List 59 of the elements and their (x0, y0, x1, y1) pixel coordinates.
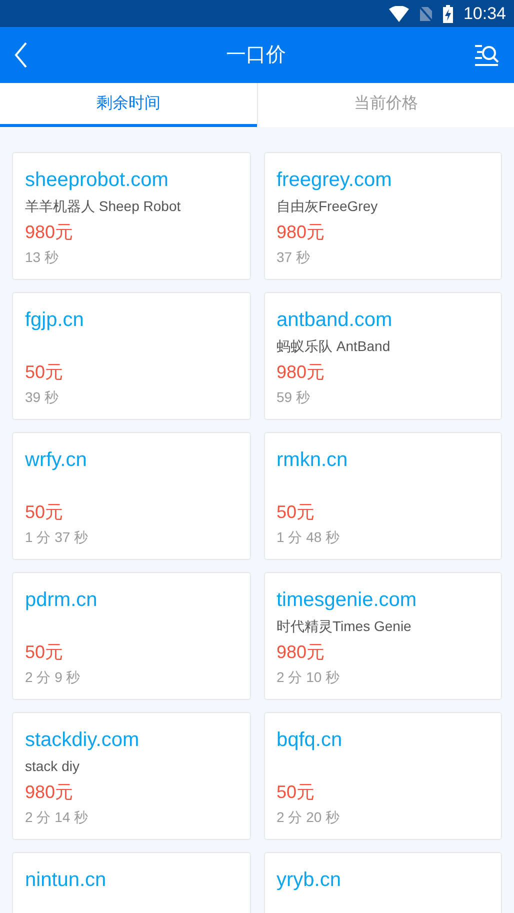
domain-name: rmkn.cn (276, 448, 349, 473)
price: 50元 (276, 501, 316, 524)
battery-charging-icon (443, 4, 454, 22)
domain-subtitle: 时代精灵Times Genie (276, 617, 412, 636)
domain-card[interactable]: timesgenie.com 时代精灵Times Genie 980元 2 分 10 秒 (264, 572, 502, 700)
price: 980元 (25, 781, 74, 804)
domain-card[interactable]: freegrey.com 自由灰FreeGrey 980元 37 秒 (264, 152, 502, 280)
domain-card[interactable]: pdrm.cn 50元 2 分 9 秒 (12, 572, 250, 700)
domain-card[interactable]: fgjp.cn 50元 39 秒 (12, 292, 250, 420)
domain-name: yryb.cn (276, 868, 342, 893)
domain-name: pdrm.cn (25, 588, 98, 613)
domain-subtitle: 自由灰FreeGrey (276, 197, 378, 216)
filter-search-icon (474, 44, 500, 66)
back-icon (14, 42, 28, 68)
time-left: 2 分 20 秒 (276, 808, 341, 827)
price: 980元 (276, 221, 326, 244)
price: 50元 (25, 361, 64, 384)
page-title: 一口价 (226, 43, 286, 68)
domain-name: bqfq.cn (276, 728, 344, 753)
price: 980元 (25, 221, 74, 244)
domain-name: nintun.cn (25, 868, 108, 893)
price: 50元 (25, 641, 64, 664)
domain-name: freegrey.com (276, 168, 393, 193)
domain-card[interactable]: wrfy.cn 50元 1 分 37 秒 (12, 432, 250, 560)
domain-subtitle: stack diy (25, 757, 80, 776)
time-left: 39 秒 (25, 388, 60, 407)
domain-name: stackdiy.com (25, 728, 140, 753)
clock: 10:34 (463, 2, 506, 25)
tab[interactable]: 剩余时间 (0, 83, 256, 127)
domain-name: fgjp.cn (25, 308, 85, 333)
wifi-icon (389, 6, 410, 22)
time-left: 59 秒 (276, 388, 311, 407)
price: 980元 (276, 641, 326, 664)
time-left: 2 分 14 秒 (25, 808, 90, 827)
domain-card[interactable]: stackdiy.com stack diy 980元 2 分 14 秒 (12, 712, 250, 840)
domain-name: antband.com (276, 308, 394, 333)
domain-subtitle: 蚂蚁乐队 AntBand (276, 337, 390, 356)
domain-card[interactable]: sheeprobot.com 羊羊机器人 Sheep Robot 980元 13 秒 (12, 152, 250, 280)
domain-subtitle: 羊羊机器人 Sheep Robot (25, 197, 181, 216)
filter-search-button[interactable] (474, 42, 500, 68)
tab[interactable]: 当前价格 (256, 83, 514, 127)
price: 980元 (276, 361, 326, 384)
time-left: 13 秒 (25, 248, 60, 267)
time-left: 1 分 48 秒 (276, 528, 341, 547)
no-sim-icon (419, 6, 434, 22)
domain-name: timesgenie.com (276, 588, 418, 613)
domain-card[interactable]: antband.com 蚂蚁乐队 AntBand 980元 59 秒 (264, 292, 502, 420)
domain-card[interactable]: yryb.cn (264, 852, 502, 913)
domain-card[interactable]: rmkn.cn 50元 1 分 48 秒 (264, 432, 502, 560)
domain-name: wrfy.cn (25, 448, 88, 473)
domain-card[interactable]: nintun.cn (12, 852, 250, 913)
price: 50元 (25, 501, 64, 524)
time-left: 37 秒 (276, 248, 311, 267)
price: 50元 (276, 781, 316, 804)
domain-card[interactable]: bqfq.cn 50元 2 分 20 秒 (264, 712, 502, 840)
domain-name: sheeprobot.com (25, 168, 170, 193)
time-left: 1 分 37 秒 (25, 528, 90, 547)
time-left: 2 分 10 秒 (276, 668, 341, 687)
time-left: 2 分 9 秒 (25, 668, 82, 687)
